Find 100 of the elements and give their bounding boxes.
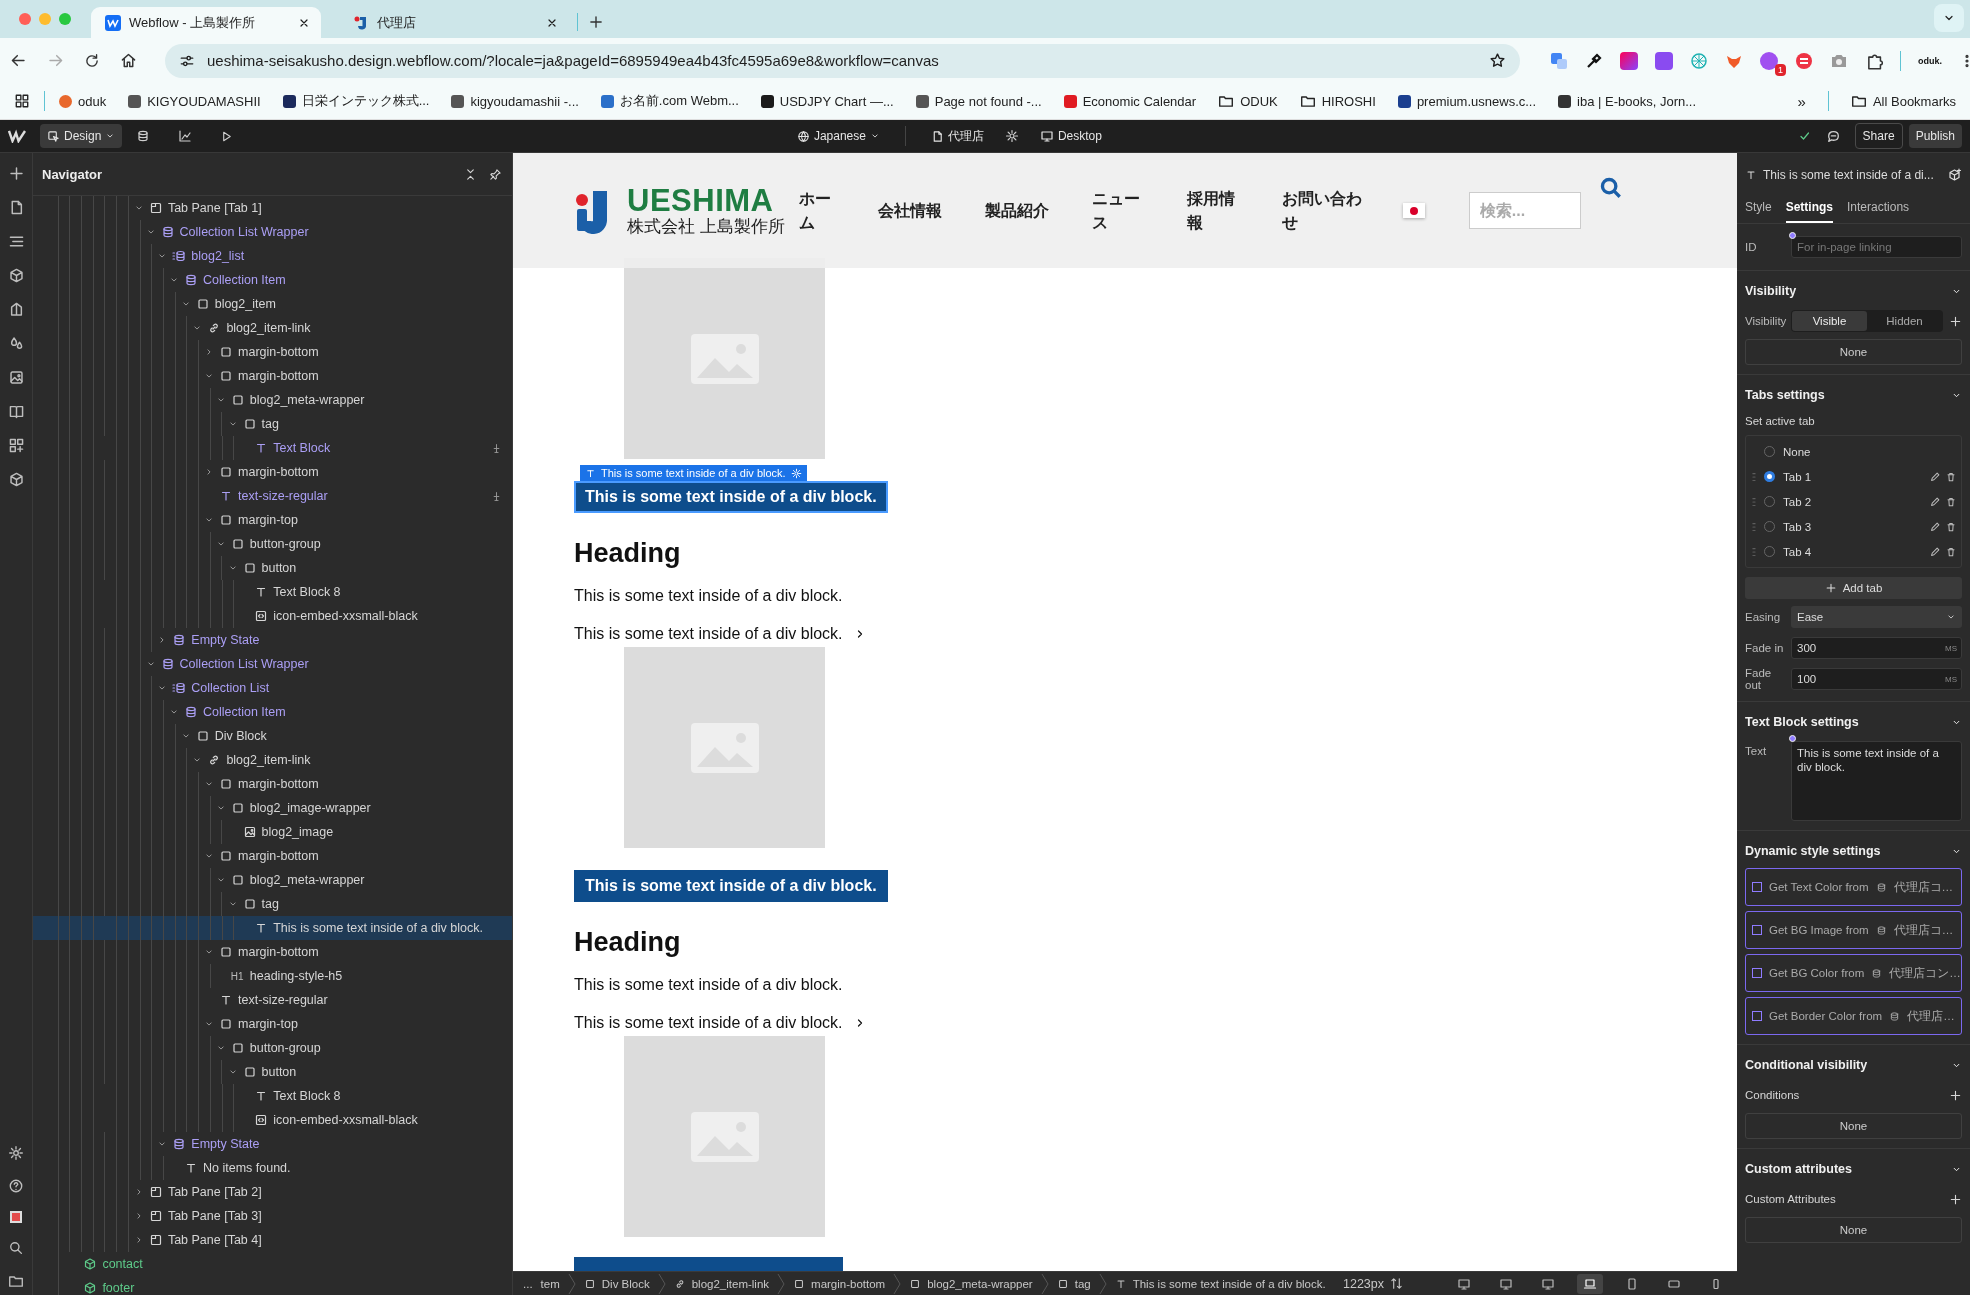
breadcrumb[interactable]: tem	[540, 1277, 560, 1290]
bookmark[interactable]: Economic Calendar	[1063, 93, 1197, 109]
dynamic-style-option[interactable]: Get BG Color from 代理店コン…	[1745, 954, 1962, 992]
pencil-icon[interactable]	[1929, 495, 1941, 508]
bookmark[interactable]: USDJPY Chart —...	[760, 93, 894, 109]
conditions-button[interactable]: None	[1745, 1113, 1962, 1139]
tab-option[interactable]: Tab 4	[1746, 539, 1961, 564]
cube-icon[interactable]	[7, 471, 25, 488]
more-breadcrumbs-button[interactable]: ...	[523, 1277, 533, 1290]
bookmark[interactable]: HIROSHI	[1299, 93, 1376, 109]
tree-item[interactable]: Collection List	[33, 676, 512, 700]
publish-button[interactable]: Publish	[1908, 124, 1962, 148]
dynamic-style-option[interactable]: Get BG Image from 代理店コ…	[1745, 911, 1962, 949]
record-icon[interactable]	[10, 1211, 22, 1223]
panel-tab[interactable]: Settings	[1785, 196, 1834, 223]
breakpoint-button[interactable]	[1577, 1273, 1603, 1294]
tree-item[interactable]: Text Block 8	[33, 1084, 512, 1108]
checkbox[interactable]	[1752, 882, 1762, 892]
panel-tab[interactable]: Interactions	[1847, 196, 1910, 223]
search-field[interactable]: 検索...	[1468, 192, 1581, 229]
breadcrumb[interactable]: blog2_meta-wrapper	[909, 1277, 1033, 1290]
tree-item[interactable]: icon-embed-xxsmall-black	[33, 1108, 512, 1132]
tree-item[interactable]: blog2_meta-wrapper	[33, 388, 512, 412]
tree-item[interactable]: This is some text inside of a div block.	[33, 916, 512, 940]
home-icon[interactable]	[120, 52, 137, 69]
star-icon[interactable]	[1489, 52, 1506, 69]
folder-icon[interactable]	[8, 1273, 24, 1289]
tag-label[interactable]: This is some text inside of a div block.	[574, 481, 888, 513]
pin-icon[interactable]	[489, 167, 502, 181]
tree-item[interactable]: Text Block 8	[33, 580, 512, 604]
extension-icon[interactable]	[1795, 51, 1813, 70]
reload-icon[interactable]	[84, 52, 100, 69]
pencil-icon[interactable]	[1929, 545, 1941, 558]
breadcrumb[interactable]: blog2_item-link	[673, 1277, 770, 1290]
tree-item[interactable]: Collection List Wrapper	[33, 652, 512, 676]
add-component-icon[interactable]	[1948, 167, 1962, 182]
add-tab-button[interactable]: Add tab	[1745, 577, 1962, 599]
nav-link[interactable]: 会社情報	[877, 198, 942, 223]
tree-item[interactable]: margin-bottom	[33, 340, 512, 364]
tree-item[interactable]: tag	[33, 892, 512, 916]
checkbox[interactable]	[1752, 1011, 1762, 1021]
address-bar[interactable]: ueshima-seisakusho.design.webflow.com/?locale=ja&pageId=6895949ea4b43fc4595a69e8&workflow=canvas	[165, 43, 1520, 78]
tree-item[interactable]: Collection List Wrapper	[33, 220, 512, 244]
tree-item[interactable]: blog2_image-wrapper	[33, 796, 512, 820]
components-icon[interactable]	[7, 437, 25, 454]
settings-icon[interactable]	[1004, 129, 1019, 143]
nav-link[interactable]: 採用情報	[1186, 186, 1239, 235]
puzzle-icon[interactable]	[1865, 51, 1883, 70]
tree-item[interactable]: blog2_list	[33, 244, 512, 268]
tree-item[interactable]: H1 heading-style-h5	[33, 964, 512, 988]
tree-item[interactable]: footer	[33, 1276, 512, 1295]
bookmark[interactable]: 日栄インテック株式...	[282, 92, 430, 110]
add-icon[interactable]	[1949, 1088, 1962, 1102]
bookmark[interactable]: ODUK	[1218, 93, 1278, 109]
radio-button[interactable]	[1764, 471, 1775, 482]
tag-label[interactable]: This is some text inside of a div block.	[574, 870, 888, 902]
fade-out-field[interactable]: 100 MS	[1791, 668, 1962, 690]
bookmark[interactable]: iba | E-books, Jorn...	[1558, 93, 1697, 109]
profile-avatar[interactable]: oduk.	[1918, 55, 1942, 66]
tree-item[interactable]: Collection Item	[33, 268, 512, 292]
panel-tab[interactable]: Style	[1745, 196, 1772, 223]
condition-button[interactable]: None	[1745, 339, 1962, 365]
tree-item[interactable]: margin-bottom	[33, 460, 512, 484]
tree-item[interactable]: blog2_image	[33, 820, 512, 844]
add-icon[interactable]	[7, 165, 25, 182]
extension-icon[interactable]	[1655, 51, 1673, 70]
tree-item[interactable]: blog2_meta-wrapper	[33, 868, 512, 892]
bookmark[interactable]: KIGYOUDAMASHII	[128, 93, 261, 109]
database-icon[interactable]	[136, 129, 151, 143]
segment-option[interactable]: Hidden	[1867, 311, 1942, 331]
bookmark[interactable]: Page not found -...	[915, 93, 1042, 109]
tree-item[interactable]: Empty State	[33, 628, 512, 652]
trash-icon[interactable]	[1945, 495, 1957, 508]
dynamic-style-option[interactable]: Get Text Color from 代理店コ…	[1745, 868, 1962, 906]
translate-icon[interactable]	[1550, 51, 1568, 70]
breadcrumb[interactable]: tag	[1056, 1277, 1091, 1290]
tree-item[interactable]: No items found.	[33, 1156, 512, 1180]
tree-item[interactable]: button	[33, 556, 512, 580]
dynamic-style-option[interactable]: Get Border Color from 代理店…	[1745, 997, 1962, 1035]
tree-item[interactable]: Empty State	[33, 1132, 512, 1156]
nav-link[interactable]: 製品紹介	[984, 198, 1049, 223]
tab-option[interactable]: Tab 1	[1746, 464, 1961, 489]
text-area[interactable]: This is some text inside of a div block.	[1791, 741, 1962, 821]
resize-icon[interactable]	[1390, 1277, 1403, 1290]
bookmark[interactable]: kigyoudamashii -...	[451, 93, 579, 109]
pencil-icon[interactable]	[1929, 520, 1941, 533]
add-icon[interactable]	[1949, 1192, 1962, 1206]
help-icon[interactable]	[8, 1178, 24, 1194]
tree-item[interactable]: margin-bottom	[33, 844, 512, 868]
tree-item[interactable]: margin-top	[33, 1012, 512, 1036]
tree-item[interactable]: Collection Item	[33, 700, 512, 724]
tree-item[interactable]: Tab Pane [Tab 1]	[33, 196, 512, 220]
japan-flag-icon[interactable]	[1402, 203, 1425, 218]
comment-icon[interactable]	[1825, 128, 1841, 144]
nav-link[interactable]: ニュース	[1091, 186, 1144, 235]
checkbox[interactable]	[1752, 968, 1762, 978]
easing-dropdown[interactable]: Ease	[1791, 606, 1962, 628]
attributes-button[interactable]: None	[1745, 1217, 1962, 1243]
tree-item[interactable]: contact	[33, 1252, 512, 1276]
all-bookmarks-button[interactable]: All Bookmarks	[1850, 93, 1956, 109]
